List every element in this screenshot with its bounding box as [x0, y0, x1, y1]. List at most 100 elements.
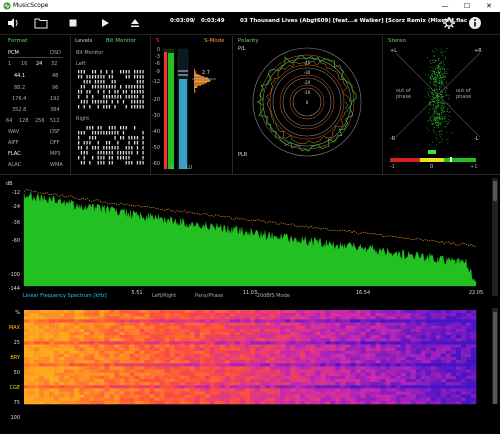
spectrogram-cell — [224, 341, 231, 345]
play-icon[interactable] — [98, 16, 112, 30]
spectrogram-cell — [54, 335, 60, 339]
spectrogram-cell — [99, 353, 105, 358]
spectrogram-cell — [139, 310, 145, 314]
stereo-point — [437, 93, 438, 95]
spectrogram: %MAX25BRY50CGE75100 — [9, 310, 477, 421]
bit-monitor-tab[interactable]: Bit Monitor — [106, 38, 136, 44]
stereo-point — [443, 96, 445, 97]
spectrogram-cell — [34, 375, 40, 380]
bit-cell — [78, 131, 80, 135]
spectrogram-cell — [250, 397, 256, 402]
stereo-point — [436, 124, 437, 125]
spectrogram-cell — [395, 397, 401, 402]
spectrogram-cell — [144, 394, 150, 399]
minimize-button[interactable]: — — [434, 0, 456, 12]
close-button[interactable]: ✕ — [478, 0, 500, 12]
stereo-point — [443, 106, 445, 108]
stereo-point — [431, 99, 432, 100]
stereo-point — [438, 82, 440, 84]
spectrogram-cell — [219, 394, 226, 399]
spectrogram-cell — [114, 388, 120, 392]
spectrogram-cell — [440, 366, 447, 370]
spectrogram-cell — [315, 385, 321, 389]
spectrogram-cell — [174, 378, 180, 383]
bit-cell — [128, 70, 130, 74]
stereo-point — [436, 107, 438, 109]
spectrogram-cell — [365, 344, 371, 348]
spectrogram-cell — [290, 331, 296, 336]
spectrogram-cell — [345, 335, 351, 339]
spectrum-lr-label[interactable]: Left/Right — [152, 293, 176, 299]
stop-icon[interactable] — [66, 16, 80, 30]
spectrum-y-tick: -12 — [12, 190, 20, 196]
bit-cell — [106, 146, 108, 150]
spectrogram-cell — [159, 313, 165, 317]
spectrogram-cell — [144, 310, 150, 314]
spectrogram-cell — [455, 335, 462, 339]
spectrogram-cell — [265, 347, 271, 352]
spectrogram-cell — [425, 344, 432, 348]
stereo-point — [442, 55, 444, 57]
spectrogram-cell — [234, 366, 241, 370]
spectrogram-cell — [64, 310, 70, 314]
spectrogram-cell — [204, 338, 211, 342]
format-dsd: DSD — [50, 50, 61, 56]
eject-icon[interactable] — [128, 16, 142, 30]
spectrogram-cell — [84, 372, 90, 377]
spectrogram-cell — [375, 338, 381, 342]
spectrogram-cell — [265, 385, 271, 389]
bit-monitor-left — [78, 70, 144, 109]
spectrogram-cell — [320, 350, 326, 355]
spectrogram-cell — [229, 325, 236, 330]
spectrogram-cell — [224, 388, 231, 392]
spectrogram-cell — [420, 369, 427, 373]
spectrogram-cell — [375, 357, 381, 361]
spectrum-pause-label[interactable]: Pans/Phase — [195, 293, 223, 299]
spectrogram-cell — [174, 394, 180, 399]
spectrogram-cell — [74, 378, 80, 383]
spectrogram-cell — [420, 366, 427, 370]
volume-icon[interactable] — [6, 16, 20, 30]
settings-gear-icon[interactable] — [442, 16, 456, 30]
spectrogram-cell — [280, 353, 286, 358]
bit-cell — [134, 70, 136, 74]
correlation-meter — [390, 150, 476, 162]
maximize-button[interactable]: ☐ — [456, 0, 478, 12]
folder-icon[interactable] — [34, 16, 48, 30]
spectrogram-cell — [360, 310, 366, 314]
spectrogram-cell — [204, 388, 211, 392]
stereo-point — [440, 91, 442, 92]
spectrogram-cell — [415, 313, 422, 317]
bit-cell — [103, 131, 105, 135]
spectrogram-cell — [255, 360, 261, 364]
spectrogram-cell — [460, 344, 467, 348]
spectrum-mode-label[interactable]: Linear Frequency Spectrum [kHz] — [23, 293, 107, 299]
bit-cell — [120, 156, 122, 160]
spectrogram-cell — [114, 347, 120, 352]
spectrogram-cell — [320, 313, 326, 317]
spectrogram-cell — [335, 325, 341, 330]
spectrogram-cell — [24, 372, 30, 377]
bit-cell — [108, 161, 111, 165]
spectrogram-cell — [194, 322, 201, 326]
spectrogram-scroll-thumb[interactable] — [493, 312, 497, 404]
spectrum-scroll-thumb[interactable] — [493, 181, 497, 201]
spectrogram-cell — [440, 328, 447, 333]
spectrogram-cell — [410, 363, 417, 367]
spectrum-db-mode-label[interactable]: -20dBfS Mode — [255, 293, 290, 299]
bit-cell — [100, 126, 102, 130]
spectrogram-cell — [199, 335, 206, 339]
spectrogram-cell — [265, 331, 271, 336]
bit-cell — [142, 136, 144, 140]
spectrogram-cell — [84, 369, 90, 373]
stereo-point — [428, 97, 430, 98]
spectrogram-cell — [39, 378, 45, 383]
spectrogram-cell — [345, 322, 351, 326]
s-mode-title[interactable]: S-Mode — [204, 38, 224, 44]
spectrogram-cell — [44, 325, 50, 330]
spectrogram-cell — [285, 353, 291, 358]
bit-cell — [136, 95, 139, 99]
spectrogram-cell — [154, 325, 160, 330]
spectrogram-cell — [159, 366, 165, 370]
info-icon[interactable] — [468, 16, 482, 30]
